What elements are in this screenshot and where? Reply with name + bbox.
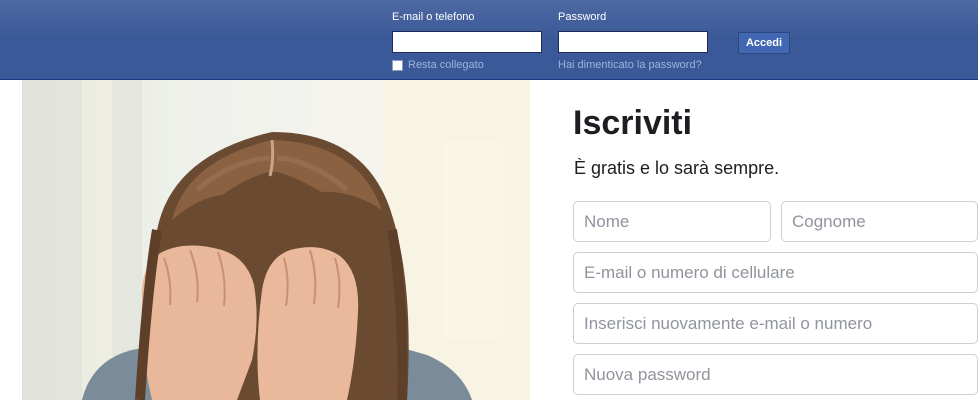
reenter-email-input[interactable] [573, 303, 978, 344]
new-password-input[interactable] [573, 354, 978, 395]
login-button[interactable]: Accedi [738, 32, 790, 54]
hero-illustration [22, 80, 530, 400]
password-label: Password [558, 11, 607, 23]
email-or-phone-input[interactable] [573, 252, 978, 293]
first-name-input[interactable] [573, 201, 771, 242]
login-password-input[interactable] [558, 31, 708, 53]
keep-logged-in-option[interactable]: Resta collegato [392, 59, 484, 71]
keep-logged-in-label: Resta collegato [408, 59, 484, 71]
hero-image [22, 80, 530, 400]
signup-subtitle: È gratis e lo sarà sempre. [574, 158, 780, 178]
signup-title: Iscriviti [573, 104, 693, 142]
last-name-input[interactable] [781, 201, 978, 242]
keep-logged-in-checkbox[interactable] [392, 59, 403, 71]
email-phone-label: E-mail o telefono [392, 11, 475, 23]
login-email-input[interactable] [392, 31, 542, 53]
top-navigation-bar: E-mail o telefono Password Accedi Resta … [0, 0, 978, 80]
forgot-password-link[interactable]: Hai dimenticato la password? [558, 59, 702, 71]
